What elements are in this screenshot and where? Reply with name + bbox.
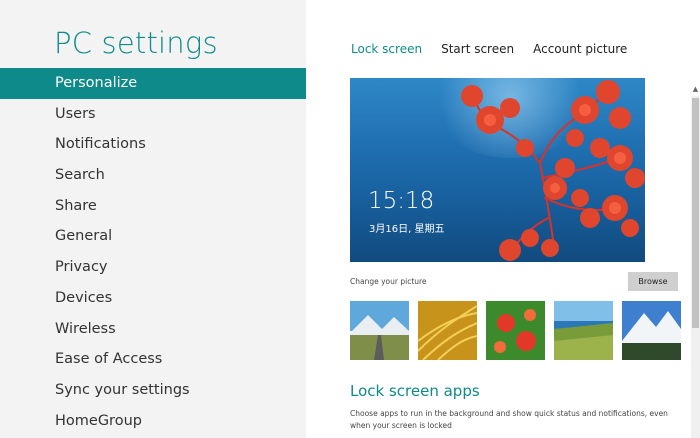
lock-screen-preview: 15:18 3月16日, 星期五: [350, 78, 645, 262]
lock-screen-apps-description: Choose apps to run in the background and…: [350, 409, 668, 430]
vertical-scrollbar[interactable]: ▲: [691, 84, 700, 438]
nav-list: Personalize Users Notifications Search S…: [0, 68, 306, 436]
tab-bar: Lock screen Start screen Account picture: [351, 42, 627, 56]
tab-lock-screen[interactable]: Lock screen: [351, 42, 422, 56]
scroll-thumb[interactable]: [692, 98, 699, 328]
nav-item-sync-settings[interactable]: Sync your settings: [0, 375, 306, 406]
nav-item-users[interactable]: Users: [0, 99, 306, 130]
nav-item-privacy[interactable]: Privacy: [0, 252, 306, 283]
green-coast-thumbnail[interactable]: [554, 301, 613, 360]
nav-item-homegroup[interactable]: HomeGroup: [0, 406, 306, 437]
nav-item-wireless[interactable]: Wireless: [0, 314, 306, 345]
nav-item-search[interactable]: Search: [0, 160, 306, 191]
app-title: PC settings: [54, 26, 218, 60]
nav-item-general[interactable]: General: [0, 221, 306, 252]
nav-panel: PC settings Personalize Users Notificati…: [0, 0, 306, 438]
lock-screen-apps-title: Lock screen apps: [350, 382, 480, 400]
lock-date: 3月16日, 星期五: [369, 224, 445, 235]
nav-item-notifications[interactable]: Notifications: [0, 129, 306, 160]
lock-clock: 15:18: [368, 188, 435, 214]
tab-account-picture[interactable]: Account picture: [533, 42, 627, 56]
tab-start-screen[interactable]: Start screen: [441, 42, 514, 56]
change-picture-label: Change your picture: [350, 277, 427, 286]
nav-item-personalize[interactable]: Personalize: [0, 68, 306, 99]
browse-button[interactable]: Browse: [628, 272, 678, 291]
nav-item-devices[interactable]: Devices: [0, 283, 306, 314]
nav-item-ease-of-access[interactable]: Ease of Access: [0, 344, 306, 375]
road-mountain-thumbnail[interactable]: [350, 301, 409, 360]
content-panel: Lock screen Start screen Account picture: [306, 0, 700, 438]
red-flower-thumbnail[interactable]: [486, 301, 545, 360]
nav-item-share[interactable]: Share: [0, 191, 306, 222]
scroll-up-arrow-icon[interactable]: ▲: [691, 84, 700, 94]
snowy-mountain-thumbnail[interactable]: [622, 301, 681, 360]
picture-thumbnails: [350, 301, 681, 360]
golden-grass-thumbnail[interactable]: [418, 301, 477, 360]
